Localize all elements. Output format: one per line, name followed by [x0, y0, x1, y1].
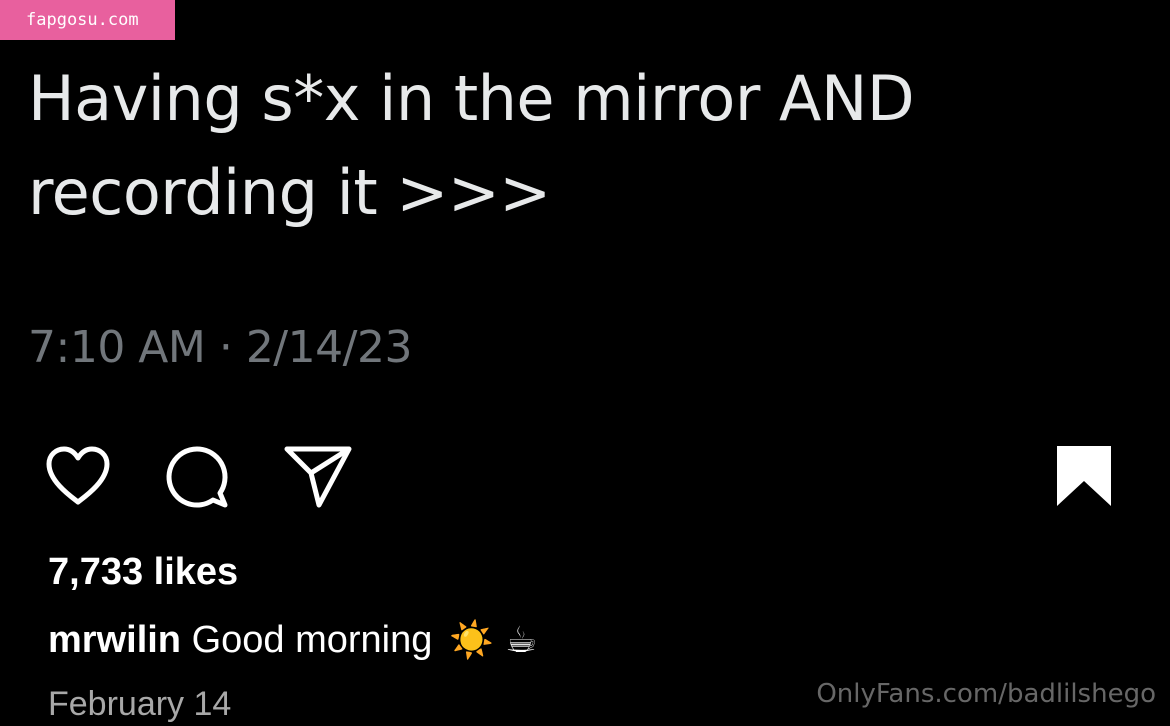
tweet-timestamp: 7:10 AM · 2/14/23 — [28, 322, 412, 373]
site-badge: fapgosu.com — [0, 0, 175, 40]
caption-emojis: ☀️ ☕ — [448, 620, 538, 661]
watermark: OnlyFans.com/badlilshego — [816, 679, 1156, 709]
heart-icon — [46, 446, 110, 505]
post-caption: mrwilin Good morning ☀️ ☕ — [48, 614, 538, 667]
share-button[interactable] — [282, 440, 354, 512]
bookmark-icon — [1057, 446, 1111, 506]
tweet-text: Having s*x in the mirror AND recording i… — [28, 52, 1028, 240]
save-button[interactable] — [1048, 440, 1120, 512]
caption-username[interactable]: mrwilin — [48, 619, 181, 661]
tweet-text-line-1: Having s*x in the mirror AND — [28, 62, 915, 135]
likes-count[interactable]: 7,733 likes — [48, 548, 238, 596]
tweet-text-line-2: recording it >>> — [28, 156, 551, 229]
paper-plane-icon — [284, 446, 352, 508]
comment-icon — [166, 446, 228, 508]
post-action-bar — [0, 440, 1170, 512]
post-date[interactable]: February 14 — [48, 682, 231, 726]
comment-button[interactable] — [162, 440, 234, 512]
like-button[interactable] — [42, 440, 114, 512]
caption-text: Good morning — [191, 619, 433, 661]
